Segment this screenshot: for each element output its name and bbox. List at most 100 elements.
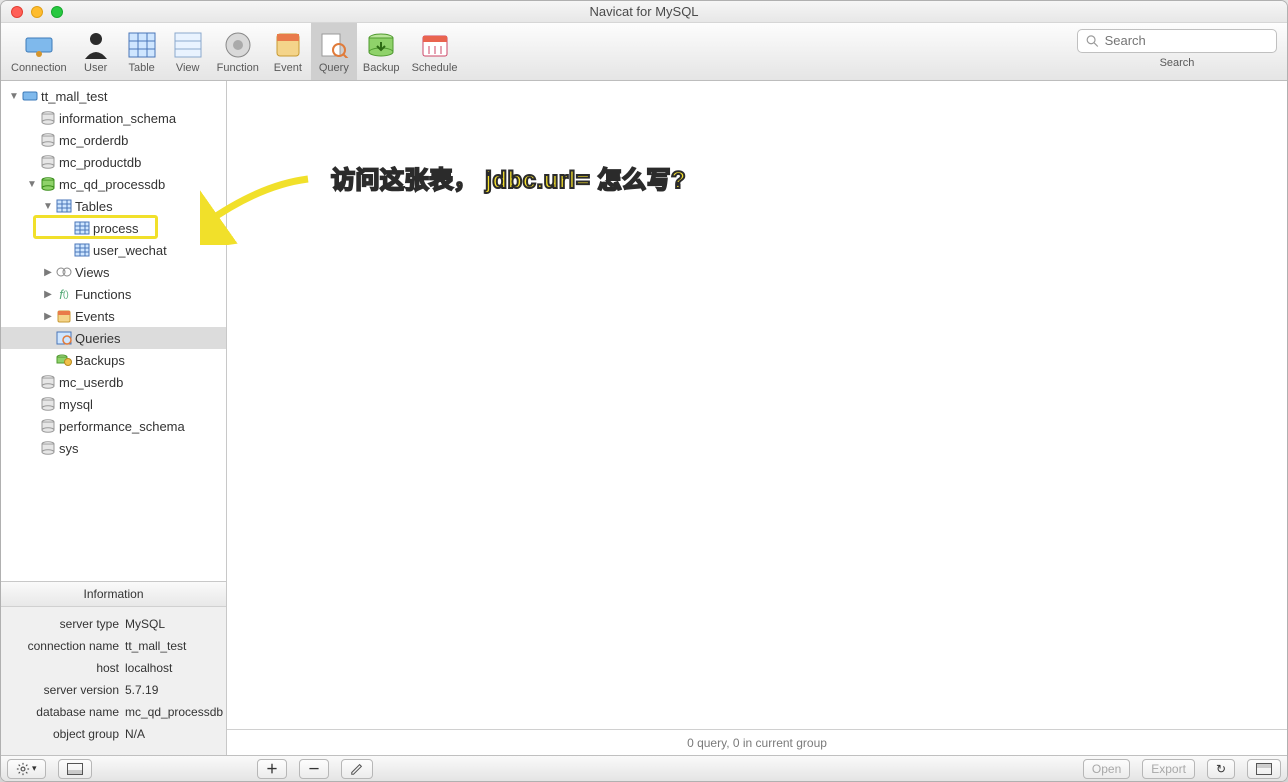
disclosure-triangle-icon[interactable]: ▼: [25, 179, 39, 190]
db-icon: [39, 374, 57, 390]
toolbar-backup-icon: [364, 30, 398, 60]
info-key: server version: [7, 683, 119, 697]
toolbar-view-icon: [171, 30, 205, 60]
search-input[interactable]: [1105, 33, 1268, 48]
info-value: tt_mall_test: [119, 639, 223, 653]
toolbar-view[interactable]: View: [165, 23, 211, 80]
export-button[interactable]: Export: [1142, 759, 1195, 779]
toolbar-event-icon: [271, 30, 305, 60]
tree-label: mc_productdb: [59, 155, 141, 170]
tree-label: Backups: [75, 353, 125, 368]
view-mode-icon: [1256, 763, 1272, 775]
add-button[interactable]: ＋: [257, 759, 287, 779]
db-icon: [39, 440, 57, 456]
folder-tables[interactable]: ▼Tables: [1, 195, 226, 217]
toolbar-connection-icon: [22, 30, 56, 60]
db-mc-qd-processdb[interactable]: ▼ mc_qd_processdb: [1, 173, 226, 195]
toolbar-label: Table: [129, 62, 155, 74]
settings-button[interactable]: ▾: [7, 759, 46, 779]
tree-label: mc_userdb: [59, 375, 123, 390]
info-key: object group: [7, 727, 119, 741]
tree-label: Events: [75, 309, 115, 324]
folder-events[interactable]: ▶ Events: [1, 305, 226, 327]
tree-label: tt_mall_test: [41, 89, 107, 104]
db-sys[interactable]: sys: [1, 437, 226, 459]
edit-button[interactable]: [341, 759, 373, 779]
toolbar-function[interactable]: Function: [211, 23, 265, 80]
tree-label: process: [93, 221, 139, 236]
info-value: mc_qd_processdb: [119, 705, 223, 719]
toolbar-label: Backup: [363, 62, 400, 74]
information-panel: Information server typeMySQLconnection n…: [1, 581, 226, 755]
toolbar-label: Connection: [11, 62, 67, 74]
information-header: Information: [1, 582, 226, 607]
disclosure-triangle-icon[interactable]: ▶: [41, 289, 55, 300]
db-information-schema[interactable]: information_schema: [1, 107, 226, 129]
folder-queries[interactable]: Queries: [1, 327, 226, 349]
toolbar-user[interactable]: User: [73, 23, 119, 80]
disclosure-triangle-icon[interactable]: ▼: [41, 201, 55, 212]
db-mc-userdb[interactable]: mc_userdb: [1, 371, 226, 393]
info-value: N/A: [119, 727, 223, 741]
disclosure-triangle-icon[interactable]: ▶: [41, 267, 55, 278]
db-icon: [39, 110, 57, 126]
search-label: Search: [1160, 57, 1195, 69]
object-tree[interactable]: ▼ tt_mall_test information_schemamc_orderd…: [1, 81, 226, 581]
tree-label: Views: [75, 265, 109, 280]
conn-tt-mall-test[interactable]: ▼ tt_mall_test: [1, 85, 226, 107]
db-mysql[interactable]: mysql: [1, 393, 226, 415]
window-title: Navicat for MySQL: [1, 4, 1287, 19]
db-performance-schema[interactable]: performance_schema: [1, 415, 226, 437]
toolbar-label: Function: [217, 62, 259, 74]
open-button[interactable]: Open: [1083, 759, 1130, 779]
disclosure-triangle-icon[interactable]: ▼: [7, 91, 21, 102]
backup-icon: [55, 352, 73, 368]
db-icon: [39, 418, 57, 434]
db-mc-productdb[interactable]: mc_productdb: [1, 151, 226, 173]
info-value: localhost: [119, 661, 223, 675]
toolbar-query[interactable]: Query: [311, 23, 357, 80]
remove-button[interactable]: －: [299, 759, 329, 779]
view-mode-button[interactable]: [1247, 759, 1281, 779]
toolbar-label: Schedule: [412, 62, 458, 74]
info-key: server type: [7, 617, 119, 631]
toolbar-schedule[interactable]: Schedule: [406, 23, 464, 80]
db-open-icon: [39, 176, 57, 192]
tree-label: user_wechat: [93, 243, 167, 258]
folder-backups[interactable]: Backups: [1, 349, 226, 371]
toolbar-backup[interactable]: Backup: [357, 23, 406, 80]
tables-icon: [55, 198, 73, 214]
db-mc-orderdb[interactable]: mc_orderdb: [1, 129, 226, 151]
toolbar-label: View: [176, 62, 200, 74]
panel-toggle-button[interactable]: [58, 759, 92, 779]
toolbar-schedule-icon: [418, 30, 452, 60]
folder-functions[interactable]: ▶f()Functions: [1, 283, 226, 305]
table-process[interactable]: process: [1, 217, 226, 239]
info-value: MySQL: [119, 617, 223, 631]
tree-label: Queries: [75, 331, 121, 346]
info-key: connection name: [7, 639, 119, 653]
connection-icon: [21, 88, 39, 104]
folder-views[interactable]: ▶ Views: [1, 261, 226, 283]
toolbar-event[interactable]: Event: [265, 23, 311, 80]
toolbar-connection[interactable]: Connection: [5, 23, 73, 80]
db-icon: [39, 396, 57, 412]
tree-label: mysql: [59, 397, 93, 412]
search-box[interactable]: [1077, 29, 1277, 53]
disclosure-triangle-icon[interactable]: ▶: [41, 311, 55, 322]
db-icon: [39, 132, 57, 148]
refresh-icon: ↻: [1216, 762, 1226, 776]
refresh-button[interactable]: ↻: [1207, 759, 1235, 779]
toolbar-table[interactable]: Table: [119, 23, 165, 80]
pencil-icon: [350, 762, 364, 776]
info-key: database name: [7, 705, 119, 719]
table-user-wechat[interactable]: user_wechat: [1, 239, 226, 261]
tree-label: mc_qd_processdb: [59, 177, 165, 192]
bottombar: ▾ ＋ － Open Export ↻: [1, 755, 1287, 781]
toolbar-label: Event: [274, 62, 302, 74]
titlebar: Navicat for MySQL: [1, 1, 1287, 23]
sidebar: ▼ tt_mall_test information_schemamc_orderd…: [1, 81, 227, 755]
toolbar-user-icon: [79, 30, 113, 60]
toolbar-label: User: [84, 62, 107, 74]
fn-icon: f(): [55, 286, 73, 302]
